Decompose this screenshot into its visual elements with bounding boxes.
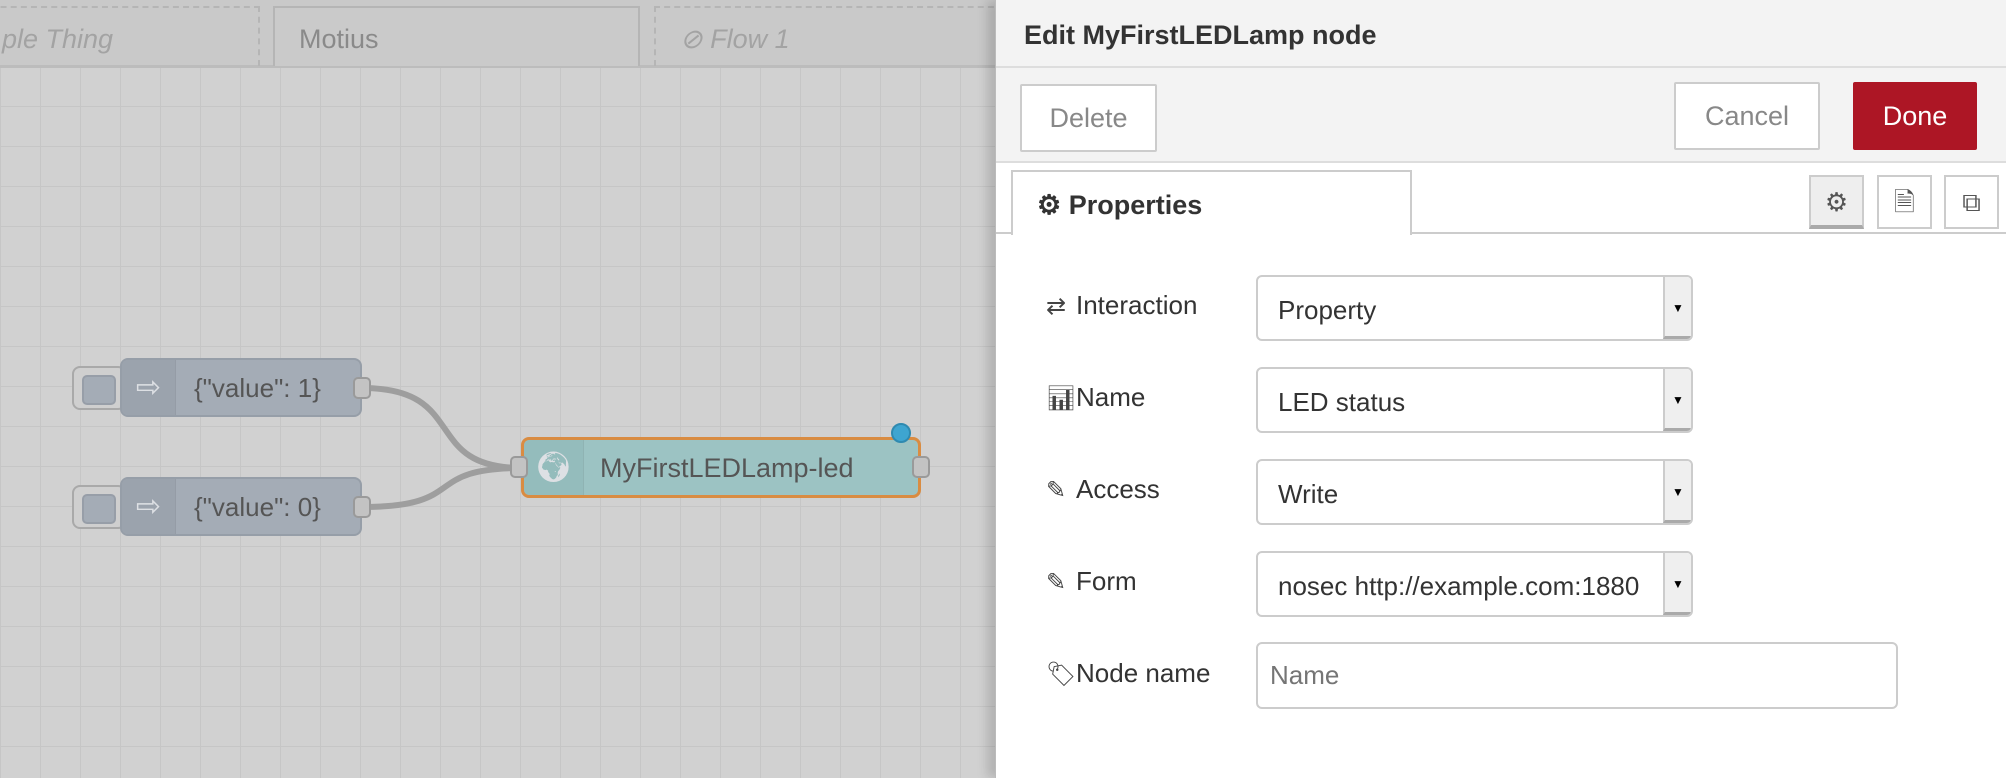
form-select[interactable]: nosec http://example.com:1880 ▼ [1256,551,1693,617]
input-port[interactable] [510,456,528,478]
node-label: {"value": 1} [194,373,321,403]
inject-trigger-button[interactable] [72,366,126,410]
node-name-input[interactable] [1256,642,1898,709]
panel-title: Edit MyFirstLEDLamp node [996,0,2006,68]
settings-tab-button[interactable]: ⚙ [1809,175,1864,229]
flow-tab-flow1[interactable]: ⊘ Flow 1 [654,6,1004,66]
edit-node-panel: Edit MyFirstLEDLamp node Delete Cancel D… [995,0,2006,778]
changed-indicator [891,423,911,443]
frame-icon: ⧉ [1962,187,1981,217]
access-label: ✎ Access [1046,474,1160,504]
wire-2[interactable] [361,465,523,510]
document-icon: 🗎︎ [1894,187,1915,217]
output-port[interactable] [353,496,371,518]
node-label: MyFirstLEDLamp-led [600,453,854,483]
name-select[interactable]: LED status ▼ [1256,367,1693,433]
pencil-icon: ✎ [1046,569,1067,596]
arrows-exchange-icon: ⇄ [1046,293,1067,320]
inject-node-1[interactable]: ⇨ {"value": 1} [120,358,362,417]
caret-down-icon: ▼ [1663,369,1691,431]
output-port[interactable] [912,456,930,478]
pencil-icon: ✎ [1046,477,1067,504]
flow-tab-motius[interactable]: Motius [273,6,640,66]
name-label: 📊︎Name [1046,382,1146,412]
cancel-button[interactable]: Cancel [1674,82,1820,150]
description-tab-button[interactable]: 🗎︎ [1877,175,1932,229]
wire-1[interactable] [361,385,523,471]
interaction-select[interactable]: Property ▼ [1256,275,1693,341]
node-label: {"value": 0} [194,492,321,522]
delete-button[interactable]: Delete [1020,84,1157,152]
access-select[interactable]: Write ▼ [1256,459,1693,525]
gear-icon: ⚙ [1037,190,1069,220]
inject-trigger-button[interactable] [72,485,126,529]
done-button[interactable]: Done [1853,82,1977,150]
caret-down-icon: ▼ [1663,553,1691,615]
globe-icon: 🌍︎ [524,440,584,495]
arrow-right-icon: ⇨ [122,479,176,534]
flow-tab-bar: ple Thing Motius ⊘ Flow 1 [0,0,1004,68]
arrow-right-icon: ⇨ [122,360,176,415]
inject-node-2[interactable]: ⇨ {"value": 0} [120,477,362,536]
caret-down-icon: ▼ [1663,277,1691,339]
gear-icon: ⚙ [1824,187,1849,217]
panel-button-row: Delete Cancel Done [996,68,2006,163]
flow-tab-thing[interactable]: ple Thing [0,6,260,66]
tag-icon: 🏷︎ [1046,661,1077,688]
led-node[interactable]: 🌍︎ MyFirstLEDLamp-led [521,437,921,498]
appearance-tab-button[interactable]: ⧉ [1944,175,1999,229]
tab-properties[interactable]: ⚙ Properties [1011,170,1412,235]
bar-chart-icon: 📊︎ [1046,385,1077,412]
disabled-icon: ⊘ [680,24,711,54]
caret-down-icon: ▼ [1663,461,1691,523]
form-label: ✎ Form [1046,566,1137,596]
interaction-label: ⇄ Interaction [1046,290,1198,320]
node-name-label: 🏷︎Node name [1046,658,1211,688]
output-port[interactable] [353,377,371,399]
